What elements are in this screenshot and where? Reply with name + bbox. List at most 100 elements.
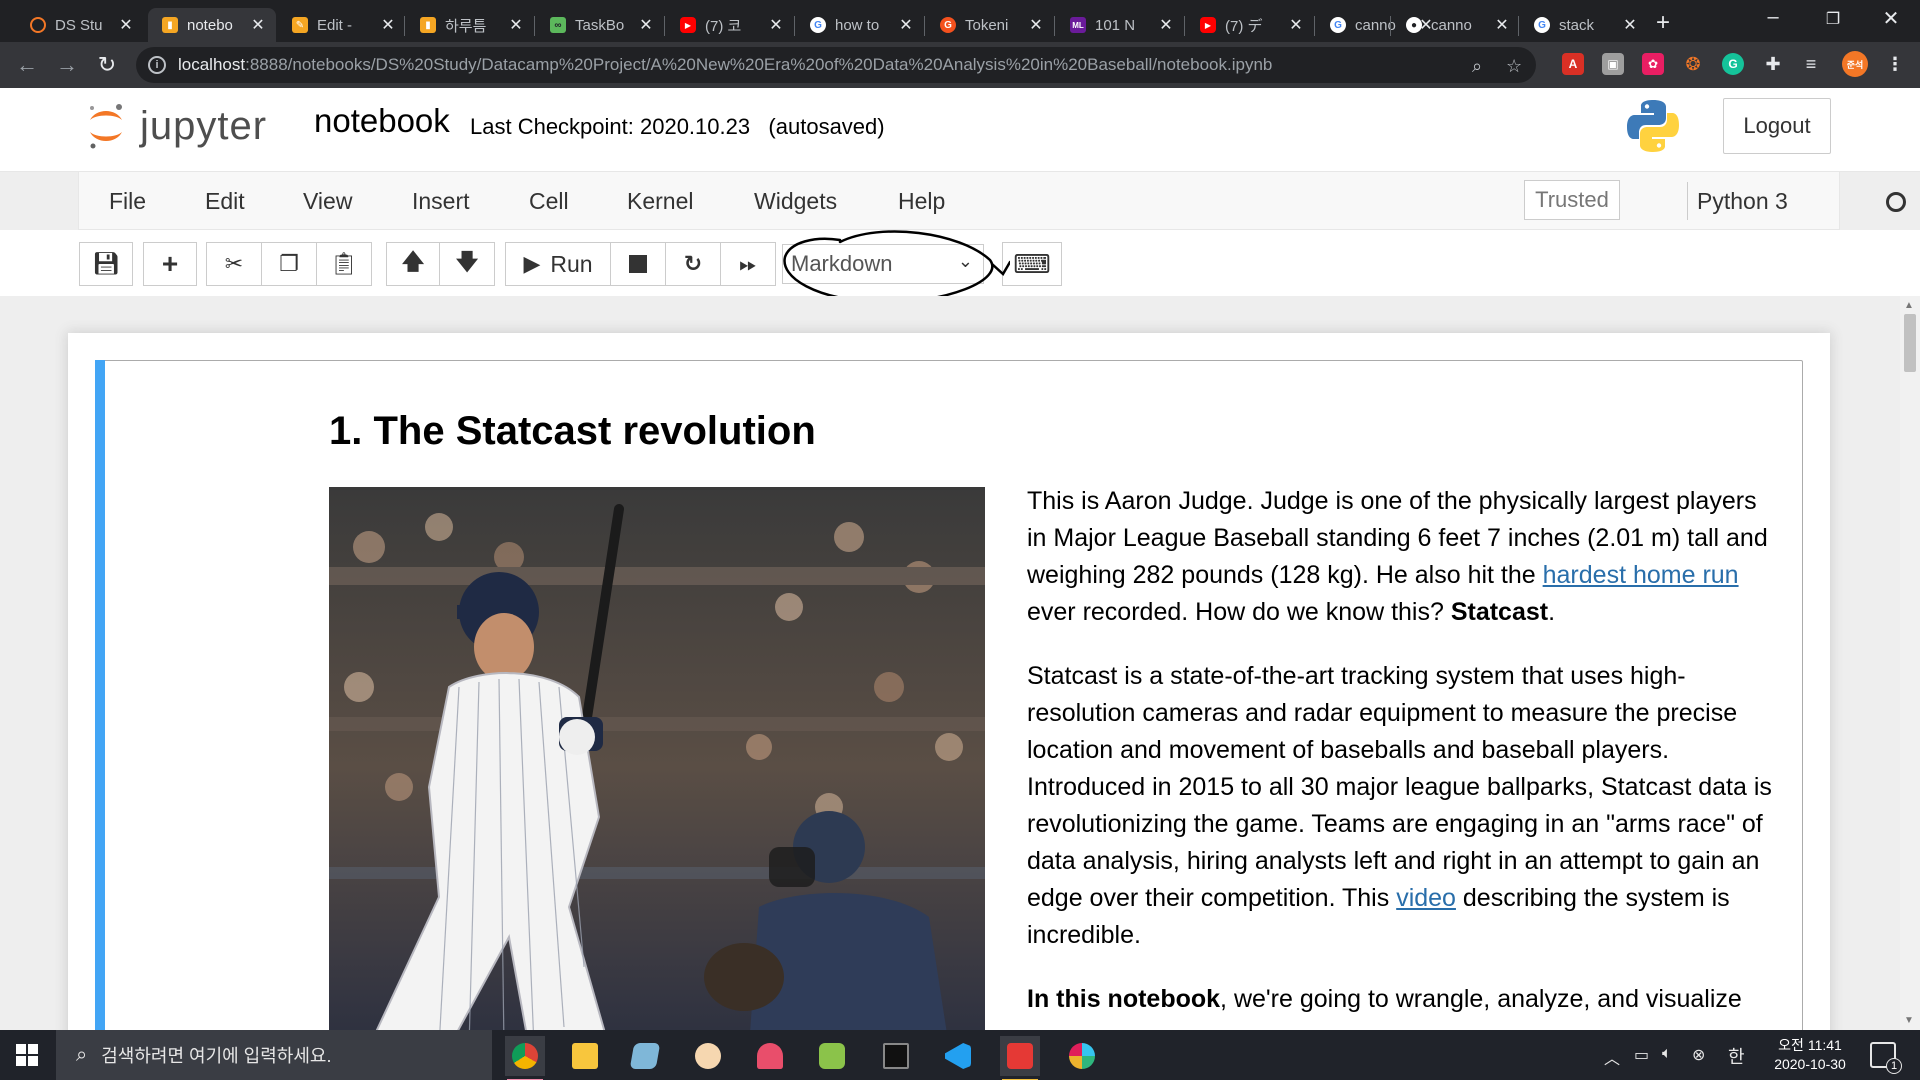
insert-cell-button[interactable]: + <box>143 242 197 286</box>
kebab-menu-icon[interactable]: ⋮ <box>1884 53 1906 75</box>
browser-tab[interactable]: ▮ 하루틈 ✕ <box>406 8 534 42</box>
scroll-down-icon[interactable]: ▼ <box>1904 1015 1914 1026</box>
grammarly-icon[interactable]: G <box>1722 53 1744 75</box>
pdf-extension-icon[interactable]: A <box>1562 53 1584 75</box>
trusted-indicator[interactable]: Trusted <box>1524 180 1620 220</box>
profile-avatar[interactable]: 준석 <box>1842 51 1868 77</box>
new-tab-plus-icon[interactable]: + <box>1656 9 1670 37</box>
browser-tab[interactable]: ✎ Edit - ✕ <box>278 8 406 42</box>
close-icon[interactable]: ✕ <box>118 15 134 35</box>
close-icon[interactable]: ✕ <box>1288 15 1304 35</box>
menu-edit[interactable]: Edit <box>205 188 245 215</box>
taskbar-app[interactable] <box>688 1036 728 1076</box>
hardest-home-run-link[interactable]: hardest home run <box>1543 561 1739 589</box>
close-icon[interactable]: ✕ <box>1494 15 1510 35</box>
run-button[interactable]: ▶ Run <box>505 242 611 286</box>
extension-icon[interactable]: ▣ <box>1602 53 1624 75</box>
notebook-name[interactable]: notebook <box>314 102 450 140</box>
restart-run-all-button[interactable]: ⏩︎ <box>720 242 776 286</box>
browser-tab[interactable]: ▶ (7) 코 ✕ <box>666 8 794 42</box>
browser-tab[interactable]: ∞ TaskBo ✕ <box>536 8 664 42</box>
cut-button[interactable]: ✂ <box>206 242 262 286</box>
move-down-button[interactable]: 🡇 <box>439 242 495 286</box>
close-icon[interactable]: ✕ <box>508 15 524 35</box>
paste-button[interactable]: 📋︎ <box>316 242 372 286</box>
url-bar[interactable]: i localhost:8888/notebooks/DS%20Study/Da… <box>136 47 1536 83</box>
forward-arrow-icon[interactable]: → <box>52 52 82 78</box>
command-palette-button[interactable]: ⌨ <box>1002 242 1062 286</box>
copy-button[interactable]: ❐ <box>261 242 317 286</box>
tray-chevron-up-icon[interactable]: ︿ <box>1604 1045 1620 1069</box>
back-arrow-icon[interactable]: ← <box>12 52 42 78</box>
taskbar-app[interactable] <box>625 1036 665 1076</box>
network-off-icon[interactable]: ⊗ <box>1692 1045 1705 1065</box>
extension-icon[interactable]: ✿ <box>1642 53 1664 75</box>
kernel-name[interactable]: Python 3 <box>1697 188 1788 215</box>
windows-start-icon[interactable] <box>16 1044 38 1066</box>
taskbar-file-explorer[interactable] <box>565 1036 605 1076</box>
close-icon[interactable]: ✕ <box>638 15 654 35</box>
browser-tab[interactable]: G Tokeni ✕ <box>926 8 1054 42</box>
scroll-up-icon[interactable]: ▲ <box>1904 300 1914 311</box>
notebook-scrollbar[interactable]: ▲ ▼ <box>1900 296 1920 1030</box>
taskbar-app[interactable] <box>750 1036 790 1076</box>
taskbar-clock[interactable]: 오전 11:41 2020-10-30 <box>1760 1036 1860 1074</box>
tab-title: DS Stu <box>55 16 103 34</box>
extension-icon[interactable]: ❂ <box>1682 53 1704 75</box>
chrome-icon <box>512 1043 538 1069</box>
battery-icon[interactable]: ▭ <box>1634 1045 1649 1065</box>
window-close-icon[interactable]: ✕ <box>1866 6 1916 31</box>
taskbar-app-active[interactable] <box>1000 1036 1040 1080</box>
menu-help[interactable]: Help <box>898 188 945 215</box>
taskbar-kakaotalk[interactable] <box>812 1036 852 1076</box>
video-link[interactable]: video <box>1396 884 1456 912</box>
extensions-puzzle-icon[interactable]: ✚ <box>1762 53 1784 75</box>
reading-list-icon[interactable]: ≡ <box>1800 53 1822 75</box>
close-icon[interactable]: ✕ <box>1158 15 1174 35</box>
jupyter-logo[interactable]: jupyter <box>86 98 286 158</box>
browser-tab[interactable]: G how to ✕ <box>796 8 924 42</box>
logout-button[interactable]: Logout <box>1723 98 1831 154</box>
keyboard-icon: ⌨ <box>1013 248 1051 279</box>
close-icon[interactable]: ✕ <box>380 15 396 35</box>
volume-icon[interactable]: 🔈︎ <box>1662 1045 1672 1063</box>
taskbar-chrome[interactable] <box>505 1036 545 1080</box>
move-up-button[interactable]: 🡅 <box>386 242 440 286</box>
minimize-icon[interactable]: – <box>1748 6 1798 29</box>
close-icon[interactable]: ✕ <box>250 15 266 35</box>
cell-type-select[interactable]: Markdown ⌄ <box>782 244 984 284</box>
close-icon[interactable]: ✕ <box>1622 15 1638 35</box>
taskbar-terminal[interactable] <box>876 1036 916 1076</box>
zoom-icon[interactable]: ⌕ <box>1472 56 1482 77</box>
ime-indicator[interactable]: 한 <box>1728 1043 1745 1069</box>
notification-center-icon[interactable]: 1 <box>1870 1042 1902 1074</box>
menu-insert[interactable]: Insert <box>412 188 470 215</box>
menu-cell[interactable]: Cell <box>529 188 569 215</box>
menu-view[interactable]: View <box>303 188 352 215</box>
menu-kernel[interactable]: Kernel <box>627 188 693 215</box>
close-icon[interactable]: ✕ <box>898 15 914 35</box>
browser-tab[interactable]: ▶ (7) デ ✕ <box>1186 8 1314 42</box>
taskbar-slack[interactable] <box>1062 1036 1102 1076</box>
browser-tab[interactable]: G stack ✕ <box>1520 8 1648 42</box>
menu-file[interactable]: File <box>109 188 146 215</box>
save-button[interactable]: 💾︎ <box>79 242 133 286</box>
browser-tab[interactable]: ML 101 N ✕ <box>1056 8 1184 42</box>
browser-tab[interactable]: DS Stu ✕ <box>16 8 144 42</box>
restart-kernel-button[interactable]: ↻ <box>665 242 721 286</box>
taskbar-vscode[interactable] <box>938 1036 978 1076</box>
app-icon <box>757 1043 783 1069</box>
close-icon[interactable]: ✕ <box>1028 15 1044 35</box>
menu-widgets[interactable]: Widgets <box>754 188 837 215</box>
markdown-cell-selected[interactable]: 1. The Statcast revolution This is Aaron… <box>95 360 1803 1030</box>
site-info-icon[interactable]: i <box>148 56 166 74</box>
bookmark-star-icon[interactable]: ☆ <box>1506 56 1522 77</box>
restore-icon[interactable]: ❐ <box>1808 9 1858 29</box>
browser-tab[interactable]: ● canno ✕ <box>1392 8 1520 42</box>
close-icon[interactable]: ✕ <box>768 15 784 35</box>
browser-tab-active[interactable]: ▮ notebo ✕ <box>148 8 276 42</box>
scroll-thumb[interactable] <box>1904 314 1916 372</box>
taskbar-search[interactable]: ⌕ 검색하려면 여기에 입력하세요. <box>56 1030 492 1080</box>
interrupt-kernel-button[interactable] <box>610 242 666 286</box>
reload-icon[interactable]: ↻ <box>92 52 122 78</box>
